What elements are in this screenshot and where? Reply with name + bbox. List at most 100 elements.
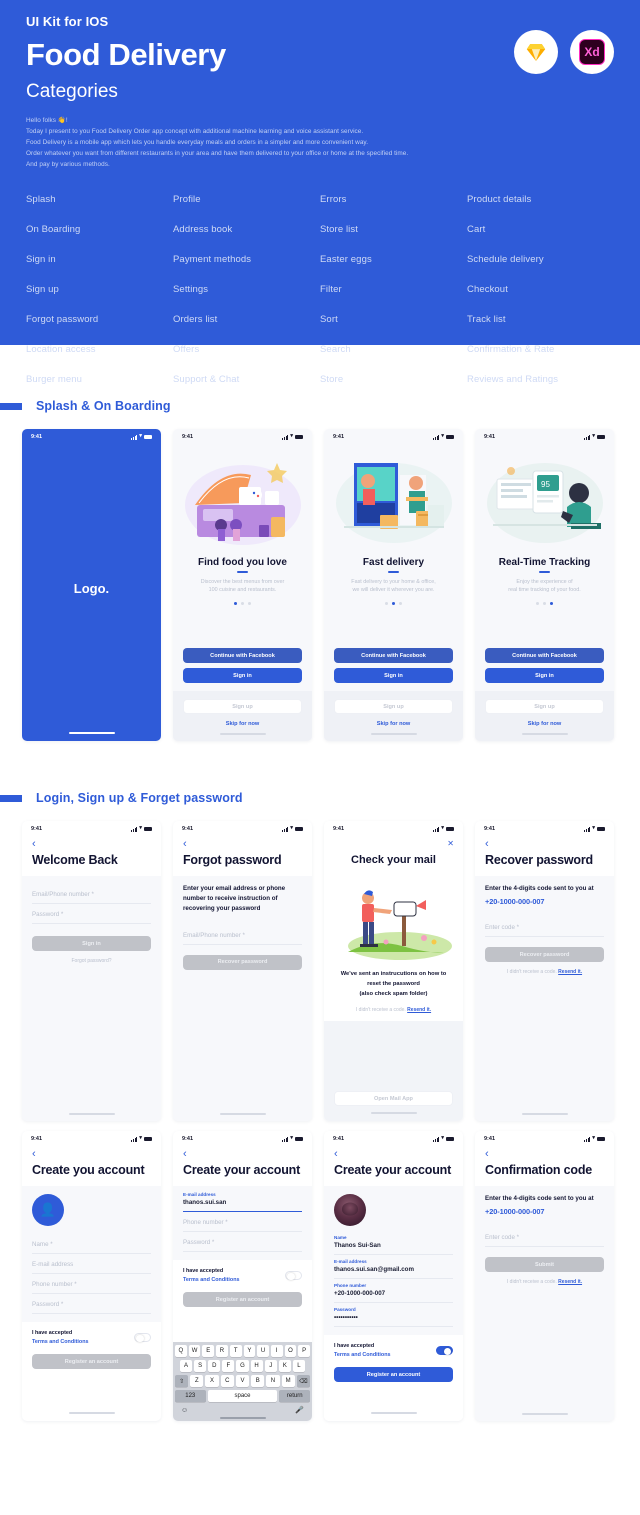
- code-field[interactable]: Enter code *: [485, 1227, 604, 1248]
- category-link[interactable]: Offers: [173, 334, 320, 364]
- return-key[interactable]: return: [279, 1390, 311, 1402]
- close-icon[interactable]: ✕: [324, 837, 463, 848]
- back-button-icon[interactable]: ‹: [475, 837, 614, 850]
- key[interactable]: Q: [174, 1345, 187, 1357]
- resend-link[interactable]: Resend it.: [407, 1007, 431, 1013]
- category-link[interactable]: Payment methods: [173, 244, 320, 274]
- category-link[interactable]: Track list: [467, 304, 614, 334]
- facebook-button[interactable]: Continue with Facebook: [334, 648, 453, 663]
- email-field[interactable]: E-mail address: [32, 1254, 151, 1274]
- space-key[interactable]: space: [207, 1390, 278, 1402]
- category-link[interactable]: Reviews and Ratings: [467, 364, 614, 394]
- skip-link[interactable]: Skip for now: [334, 721, 453, 727]
- key[interactable]: S: [194, 1360, 207, 1372]
- phone-field[interactable]: Phone number *: [32, 1274, 151, 1294]
- category-link[interactable]: Sign in: [26, 244, 173, 274]
- terms-link[interactable]: Terms and Conditions: [334, 1351, 391, 1360]
- category-link[interactable]: Confirmation & Rate: [467, 334, 614, 364]
- submit-button[interactable]: Submit: [485, 1257, 604, 1273]
- category-link[interactable]: Support & Chat: [173, 364, 320, 394]
- key[interactable]: X: [205, 1375, 219, 1387]
- terms-toggle[interactable]: [134, 1332, 151, 1343]
- adobe-xd-logo-badge[interactable]: Xd: [570, 30, 614, 74]
- key[interactable]: G: [236, 1360, 249, 1372]
- terms-toggle[interactable]: [285, 1270, 302, 1281]
- category-link[interactable]: Errors: [320, 184, 467, 214]
- key[interactable]: U: [257, 1345, 269, 1357]
- category-link[interactable]: Store list: [320, 214, 467, 244]
- resend-link[interactable]: Resend it.: [558, 969, 582, 975]
- key[interactable]: A: [180, 1360, 193, 1372]
- terms-link[interactable]: Terms and Conditions: [32, 1338, 89, 1347]
- backspace-key[interactable]: ⌫: [296, 1375, 310, 1387]
- category-link[interactable]: On Boarding: [26, 214, 173, 244]
- key[interactable]: O: [284, 1345, 297, 1357]
- category-link[interactable]: Location access: [26, 334, 173, 364]
- key[interactable]: D: [208, 1360, 221, 1372]
- key[interactable]: F: [222, 1360, 235, 1372]
- email-field[interactable]: Email/Phone number *: [183, 925, 302, 945]
- key[interactable]: V: [235, 1375, 250, 1387]
- key[interactable]: W: [188, 1345, 201, 1357]
- back-button-icon[interactable]: ‹: [173, 1147, 312, 1160]
- shift-key[interactable]: ⇧: [175, 1375, 189, 1387]
- register-button[interactable]: Register an account: [183, 1292, 302, 1308]
- category-link[interactable]: Address book: [173, 214, 320, 244]
- back-button-icon[interactable]: ‹: [173, 837, 312, 850]
- key[interactable]: C: [220, 1375, 234, 1387]
- open-mail-app-button[interactable]: Open Mail App: [334, 1091, 453, 1106]
- email-field[interactable]: thanos.sui.san: [183, 1199, 302, 1212]
- signup-button[interactable]: Sign up: [485, 699, 604, 714]
- category-link[interactable]: Product details: [467, 184, 614, 214]
- password-field[interactable]: Password *: [183, 1232, 302, 1252]
- register-button[interactable]: Register an account: [32, 1354, 151, 1370]
- category-link[interactable]: Sign up: [26, 274, 173, 304]
- microphone-icon[interactable]: 🎤: [295, 1406, 304, 1414]
- add-person-icon[interactable]: 👤: [32, 1194, 64, 1226]
- password-field[interactable]: Password *: [32, 1294, 151, 1314]
- key[interactable]: E: [202, 1345, 215, 1357]
- avatar[interactable]: [334, 1194, 366, 1226]
- password-field[interactable]: •••••••••••: [334, 1314, 453, 1327]
- category-link[interactable]: Sort: [320, 304, 467, 334]
- category-link[interactable]: Burger menu: [26, 364, 173, 394]
- password-field[interactable]: Password *: [32, 904, 151, 924]
- category-link[interactable]: Search: [320, 334, 467, 364]
- key[interactable]: Z: [190, 1375, 204, 1387]
- category-link[interactable]: Splash: [26, 184, 173, 214]
- skip-link[interactable]: Skip for now: [485, 721, 604, 727]
- facebook-button[interactable]: Continue with Facebook: [183, 648, 302, 663]
- back-button-icon[interactable]: ‹: [324, 1147, 463, 1160]
- name-field[interactable]: Thanos Sui-San: [334, 1242, 453, 1255]
- recover-password-button[interactable]: Recover password: [183, 954, 302, 970]
- recover-password-button[interactable]: Recover password: [485, 947, 604, 963]
- code-field[interactable]: Enter code *: [485, 917, 604, 938]
- back-button-icon[interactable]: ‹: [22, 1147, 161, 1160]
- category-link[interactable]: Checkout: [467, 274, 614, 304]
- signin-button[interactable]: Sign in: [183, 668, 302, 683]
- signin-button[interactable]: Sign in: [485, 668, 604, 683]
- key[interactable]: J: [264, 1360, 277, 1372]
- email-field[interactable]: thanos.sui.san@gmail.com: [334, 1266, 453, 1279]
- category-link[interactable]: Schedule delivery: [467, 244, 614, 274]
- back-button-icon[interactable]: ‹: [22, 837, 161, 850]
- forgot-password-link[interactable]: Forgot password?: [32, 958, 151, 964]
- back-button-icon[interactable]: ‹: [475, 1147, 614, 1160]
- key[interactable]: I: [270, 1345, 283, 1357]
- category-link[interactable]: Orders list: [173, 304, 320, 334]
- phone-field[interactable]: Phone number *: [183, 1212, 302, 1232]
- key[interactable]: K: [278, 1360, 291, 1372]
- key[interactable]: N: [266, 1375, 280, 1387]
- onscreen-keyboard[interactable]: Q W E R T Y U I O P A S D F G H J K L ⇧ …: [173, 1342, 312, 1421]
- signup-button[interactable]: Sign up: [183, 699, 302, 714]
- key[interactable]: B: [251, 1375, 265, 1387]
- phone-field[interactable]: +20-1000-000-007: [334, 1290, 453, 1303]
- key[interactable]: P: [298, 1345, 311, 1357]
- key[interactable]: M: [281, 1375, 295, 1387]
- key[interactable]: Y: [243, 1345, 256, 1357]
- resend-link[interactable]: Resend it.: [558, 1279, 582, 1285]
- category-link[interactable]: Forgot password: [26, 304, 173, 334]
- signin-button[interactable]: Sign in: [32, 936, 151, 951]
- skip-link[interactable]: Skip for now: [183, 721, 302, 727]
- key[interactable]: R: [216, 1345, 228, 1357]
